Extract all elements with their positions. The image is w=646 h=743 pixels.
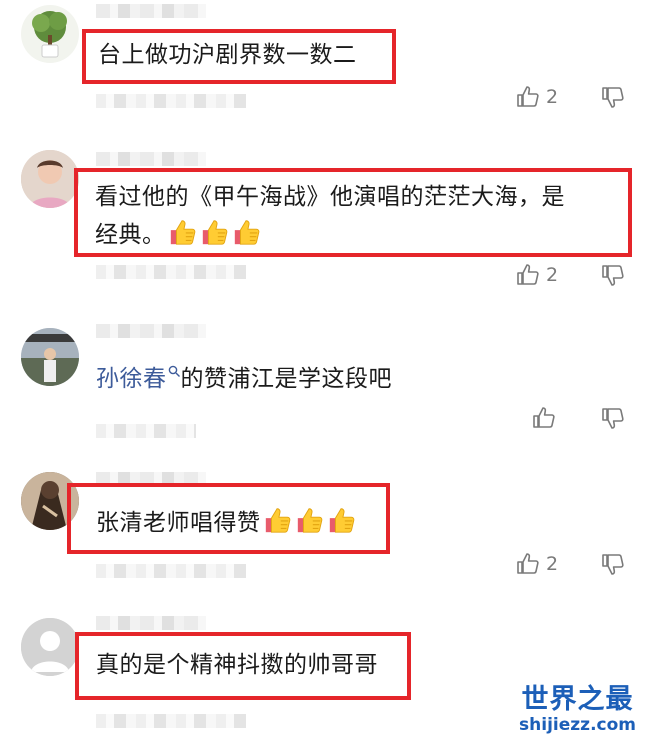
comment-2: 看过他的《甲午海战》他演唱的茫茫大海，是 经典。 2 bbox=[0, 140, 646, 310]
comment-text-line-2-text: 经典。 bbox=[95, 222, 166, 248]
comment-text: 真的是个精神抖擞的帅哥哥 bbox=[96, 652, 378, 678]
avatar[interactable] bbox=[21, 328, 79, 386]
avatar[interactable] bbox=[21, 5, 79, 63]
thumbs-up-emoji-icon bbox=[232, 217, 262, 247]
meta-blurred bbox=[96, 265, 246, 279]
mention-link[interactable]: 孙徐春 bbox=[96, 366, 167, 392]
thumbs-up-icon bbox=[516, 552, 540, 576]
thumbs-down-icon bbox=[601, 263, 625, 287]
dislike-button[interactable] bbox=[601, 552, 625, 576]
comment-text-line-2: 经典。 bbox=[95, 217, 262, 252]
avatar[interactable] bbox=[21, 618, 79, 676]
dislike-button[interactable] bbox=[601, 263, 625, 287]
thumbs-up-emoji-icon bbox=[295, 505, 325, 535]
comment-text: 孙徐春 的赞浦江是学这段吧 bbox=[96, 362, 392, 396]
like-button[interactable]: 2 bbox=[516, 263, 558, 287]
comment-1: 台上做功沪剧界数一数二 2 bbox=[0, 0, 646, 140]
comment-text: 台上做功沪剧界数一数二 bbox=[98, 42, 357, 68]
like-count: 2 bbox=[546, 86, 559, 108]
meta-blurred bbox=[96, 94, 246, 108]
thumbs-up-emoji-icon bbox=[327, 505, 357, 535]
like-button[interactable] bbox=[532, 406, 562, 430]
thumbs-up-emoji-icon bbox=[168, 217, 198, 247]
watermark-title: 世界之最 bbox=[521, 684, 634, 715]
username-blurred[interactable] bbox=[96, 324, 206, 338]
meta-blurred bbox=[96, 424, 196, 438]
thumbs-up-icon bbox=[532, 406, 556, 430]
username-blurred[interactable] bbox=[96, 152, 206, 166]
comment-text-line-1: 看过他的《甲午海战》他演唱的茫茫大海，是 bbox=[95, 184, 565, 210]
comment-3: 孙徐春 的赞浦江是学这段吧 bbox=[0, 310, 646, 460]
avatar[interactable] bbox=[21, 150, 79, 208]
meta-blurred bbox=[96, 564, 246, 578]
thumbs-up-icon bbox=[516, 85, 540, 109]
thumbs-down-icon bbox=[601, 85, 625, 109]
watermark: 世界之最 shijiezz.com bbox=[519, 684, 636, 736]
dislike-button[interactable] bbox=[601, 406, 625, 430]
like-count: 2 bbox=[546, 553, 559, 575]
like-button[interactable]: 2 bbox=[516, 552, 558, 576]
thumbs-up-icon bbox=[516, 263, 540, 287]
comment-text-body: 张清老师唱得赞 bbox=[96, 510, 261, 536]
comment-text-body: 的赞浦江是学这段吧 bbox=[180, 366, 392, 392]
like-button[interactable]: 2 bbox=[516, 85, 558, 109]
meta-blurred bbox=[96, 714, 246, 728]
username-blurred[interactable] bbox=[96, 4, 206, 18]
thumbs-down-icon bbox=[601, 406, 625, 430]
username-blurred[interactable] bbox=[96, 616, 206, 630]
comment-4: 张清老师唱得赞 2 bbox=[0, 460, 646, 610]
watermark-url: shijiezz.com bbox=[519, 715, 636, 735]
thumbs-down-icon bbox=[601, 552, 625, 576]
thumbs-up-emoji-icon bbox=[263, 505, 293, 535]
default-person-icon bbox=[21, 618, 79, 676]
dislike-button[interactable] bbox=[601, 85, 625, 109]
search-icon[interactable] bbox=[168, 365, 181, 378]
comment-text: 张清老师唱得赞 bbox=[96, 505, 357, 540]
like-count: 2 bbox=[546, 264, 559, 286]
thumbs-up-emoji-icon bbox=[200, 217, 230, 247]
